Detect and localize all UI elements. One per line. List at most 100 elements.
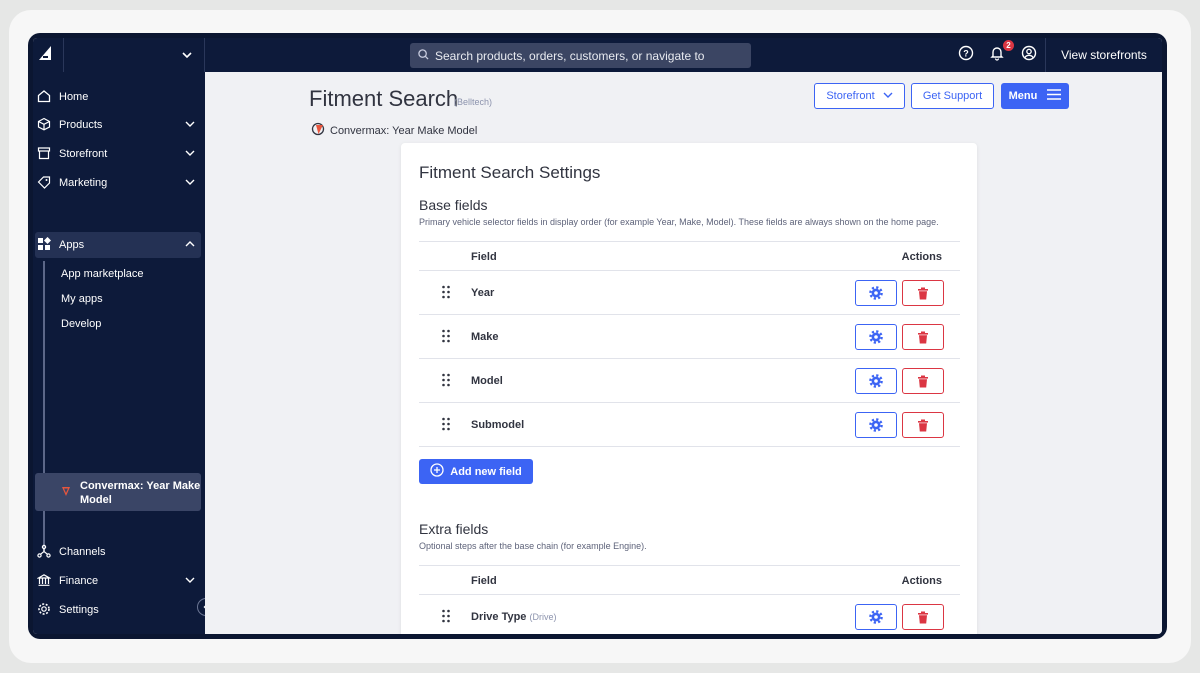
- chevron-up-icon: [185, 239, 195, 252]
- sidebar-item-label: Channels: [59, 546, 106, 558]
- base-fields-table: Field Actions Year Make Model Submodel: [419, 241, 960, 447]
- trash-icon: [918, 331, 928, 343]
- sidebar-item-apps[interactable]: Apps: [35, 232, 201, 258]
- gear-icon: [869, 286, 883, 300]
- field-delete-button[interactable]: [902, 412, 944, 438]
- column-header-field: Field: [471, 251, 497, 263]
- drag-handle-icon[interactable]: [441, 609, 451, 626]
- search-placeholder: Search products, orders, customers, or n…: [435, 48, 705, 63]
- sidebar-item-settings[interactable]: Settings: [33, 597, 205, 623]
- field-name: Make: [471, 331, 499, 343]
- gear-icon: [869, 374, 883, 388]
- chevron-down-icon: [185, 177, 195, 190]
- get-support-button[interactable]: Get Support: [911, 83, 994, 109]
- trash-icon: [918, 287, 928, 299]
- table-row: Submodel: [419, 403, 960, 447]
- gear-icon: [37, 602, 53, 618]
- sidebar-item-label: Apps: [59, 239, 85, 251]
- add-new-field-button[interactable]: Add new field: [419, 459, 533, 484]
- field-name-text: Drive Type: [471, 611, 527, 623]
- table-row: Model: [419, 359, 960, 403]
- sidebar-active-app[interactable]: Convermax: Year Make Model: [35, 473, 201, 511]
- sidebar-item-label: Products: [59, 119, 103, 131]
- drag-handle-icon[interactable]: [441, 417, 451, 434]
- bank-icon: [36, 573, 53, 589]
- bigcommerce-logo-icon[interactable]: [37, 44, 55, 62]
- channels-icon: [37, 544, 53, 560]
- search-icon: [418, 48, 429, 63]
- active-app-label: Convermax: Year Make Model: [80, 480, 201, 506]
- field-delete-button[interactable]: [902, 280, 944, 306]
- sidebar-item-marketing[interactable]: Marketing: [33, 170, 205, 196]
- field-delete-button[interactable]: [902, 604, 944, 630]
- drag-handle-icon[interactable]: [441, 285, 451, 302]
- storefront-button-label: Storefront: [826, 90, 875, 102]
- base-fields-title: Base fields: [419, 197, 488, 213]
- plus-circle-icon: [430, 463, 444, 480]
- top-bar: Search products, orders, customers, or n…: [33, 38, 1162, 72]
- chevron-down-icon: [185, 575, 195, 588]
- table-header: Field Actions: [419, 565, 960, 595]
- menu-button[interactable]: Menu: [1001, 83, 1069, 109]
- page-title: Fitment Search: [309, 86, 459, 111]
- storefront-dropdown-button[interactable]: Storefront: [814, 83, 905, 109]
- field-hint: (Drive): [529, 612, 557, 622]
- sidebar-subitem-develop[interactable]: Develop: [61, 318, 101, 330]
- chevron-down-icon: [883, 90, 893, 103]
- sidebar-subitem-app-marketplace[interactable]: App marketplace: [61, 268, 144, 280]
- sidebar-item-label: Finance: [59, 575, 99, 587]
- field-name: Year: [471, 287, 495, 299]
- storefront-icon: [37, 146, 53, 162]
- drag-handle-icon[interactable]: [441, 329, 451, 346]
- sidebar-item-channels[interactable]: Channels: [33, 539, 205, 565]
- table-row: Year: [419, 271, 960, 315]
- field-settings-button[interactable]: [855, 324, 897, 350]
- convermax-logo-icon: [60, 485, 72, 500]
- trash-icon: [918, 611, 928, 623]
- device-screen-border: Search products, orders, customers, or n…: [28, 33, 1167, 639]
- apps-icon: [37, 236, 53, 253]
- account-icon[interactable]: [1021, 45, 1039, 63]
- app-provider: Convermax: Year Make Model: [311, 122, 477, 139]
- field-settings-button[interactable]: [855, 368, 897, 394]
- field-settings-button[interactable]: [855, 412, 897, 438]
- menu-button-label: Menu: [1008, 90, 1038, 102]
- tag-icon: [37, 175, 53, 191]
- chevron-down-icon: [182, 47, 192, 65]
- field-name: Submodel: [471, 419, 525, 431]
- extra-fields-title: Extra fields: [419, 521, 489, 537]
- field-name: Model: [471, 375, 503, 387]
- sidebar-item-storefront[interactable]: Storefront: [33, 141, 205, 167]
- global-search-input[interactable]: Search products, orders, customers, or n…: [410, 43, 751, 68]
- page-subtitle: (Belltech): [454, 97, 493, 107]
- help-icon[interactable]: ?: [958, 45, 976, 63]
- gear-icon: [869, 610, 883, 624]
- column-header-actions: Actions: [901, 251, 942, 263]
- table-row: Make: [419, 315, 960, 359]
- sidebar-subitem-my-apps[interactable]: My apps: [61, 293, 103, 305]
- sidebar-item-label: Home: [59, 91, 89, 103]
- drag-handle-icon[interactable]: [441, 373, 451, 390]
- trash-icon: [918, 375, 928, 387]
- view-storefronts-link[interactable]: View storefronts: [1045, 38, 1162, 72]
- field-delete-button[interactable]: [902, 324, 944, 350]
- sidebar-item-home[interactable]: Home: [33, 84, 205, 110]
- table-row: Drive Type (Drive): [419, 595, 960, 634]
- gear-icon: [869, 418, 883, 432]
- field-settings-button[interactable]: [855, 604, 897, 630]
- gear-icon: [869, 330, 883, 344]
- extra-fields-description: Optional steps after the base chain (for…: [419, 541, 647, 551]
- trash-icon: [918, 419, 928, 431]
- field-settings-button[interactable]: [855, 280, 897, 306]
- field-delete-button[interactable]: [902, 368, 944, 394]
- home-icon: [37, 89, 53, 105]
- main-content: Fitment Search (Belltech) Convermax: Yea…: [205, 72, 1162, 634]
- column-header-field: Field: [471, 575, 497, 587]
- sidebar-item-products[interactable]: Products: [33, 112, 205, 138]
- store-selector[interactable]: [63, 38, 205, 72]
- sidebar-item-finance[interactable]: Finance: [33, 568, 205, 594]
- box-icon: [37, 117, 53, 133]
- base-fields-description: Primary vehicle selector fields in displ…: [419, 217, 939, 227]
- table-header: Field Actions: [419, 241, 960, 271]
- chevron-down-icon: [185, 119, 195, 132]
